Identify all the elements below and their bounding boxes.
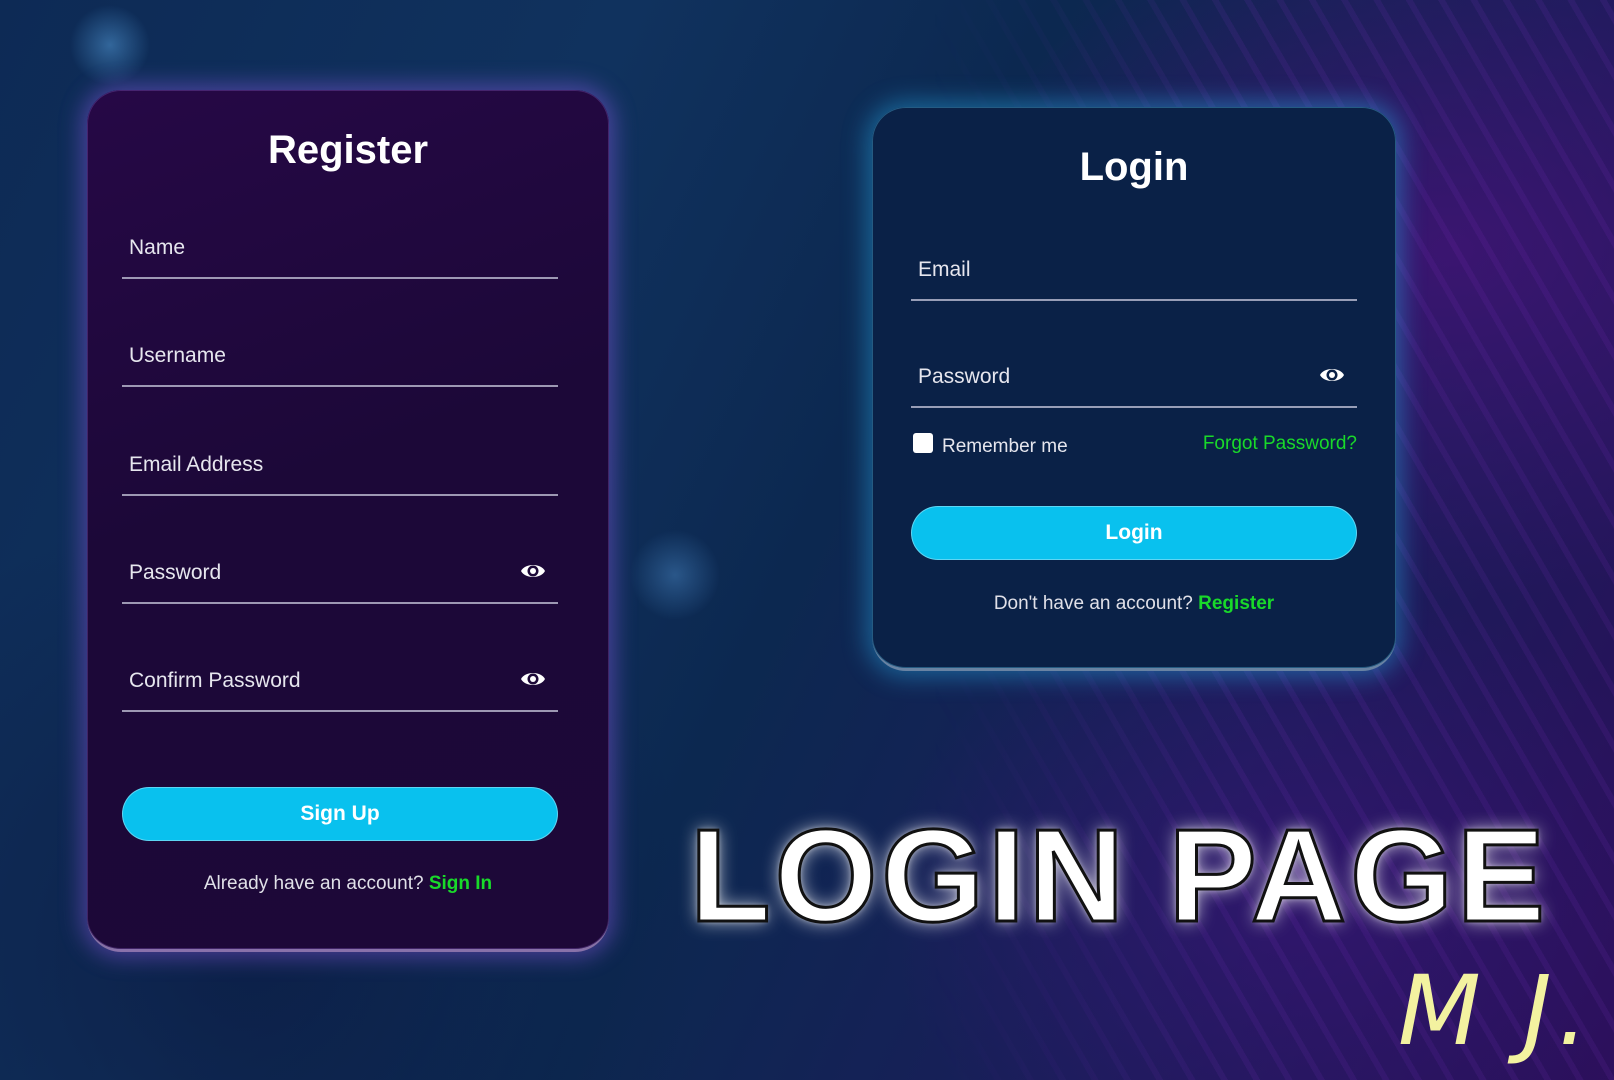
username-field[interactable]: Username (122, 331, 558, 387)
email-address-field[interactable]: Email Address (122, 440, 558, 496)
eye-icon[interactable] (520, 668, 546, 690)
eye-icon[interactable] (1319, 364, 1345, 386)
sign-in-link[interactable]: Sign In (429, 873, 492, 894)
register-link[interactable]: Register (1198, 593, 1274, 614)
login-title: Login (1079, 145, 1189, 189)
register-card: Register Name Username Email Address Pas… (87, 90, 609, 952)
username-label: Username (129, 344, 226, 367)
password-label: Password (129, 561, 222, 584)
page-headline: LOGIN PAGE (689, 801, 1549, 951)
login-footer-text: Don't have an account? (993, 593, 1193, 614)
email-address-label: Email Address (129, 453, 264, 476)
confirm-password-label: Confirm Password (129, 669, 301, 692)
remember-me-label: Remember me (942, 436, 1068, 457)
sign-up-button[interactable]: Sign Up (122, 787, 558, 841)
confirm-password-field[interactable]: Confirm Password (122, 656, 558, 712)
password-field[interactable]: Password (122, 548, 558, 604)
login-footer: Don't have an account? Register (872, 593, 1396, 615)
remember-me-checkbox[interactable] (913, 433, 933, 453)
register-footer-text: Already have an account? (203, 873, 424, 894)
author-signature: M J. (1398, 955, 1595, 1067)
register-title: Register (267, 128, 429, 172)
forgot-password-link[interactable]: Forgot Password? (1203, 433, 1357, 455)
login-password-field[interactable]: Password (911, 352, 1357, 408)
email-field[interactable]: Email (911, 245, 1357, 301)
login-card: Login Email Password Remember me Forgot … (872, 107, 1396, 671)
eye-icon[interactable] (520, 560, 546, 582)
login-button[interactable]: Login (911, 506, 1357, 560)
email-label: Email (918, 258, 971, 281)
name-field[interactable]: Name (122, 223, 558, 279)
login-password-label: Password (918, 365, 1011, 388)
name-label: Name (129, 236, 186, 259)
register-footer: Already have an account? Sign In (87, 873, 609, 895)
